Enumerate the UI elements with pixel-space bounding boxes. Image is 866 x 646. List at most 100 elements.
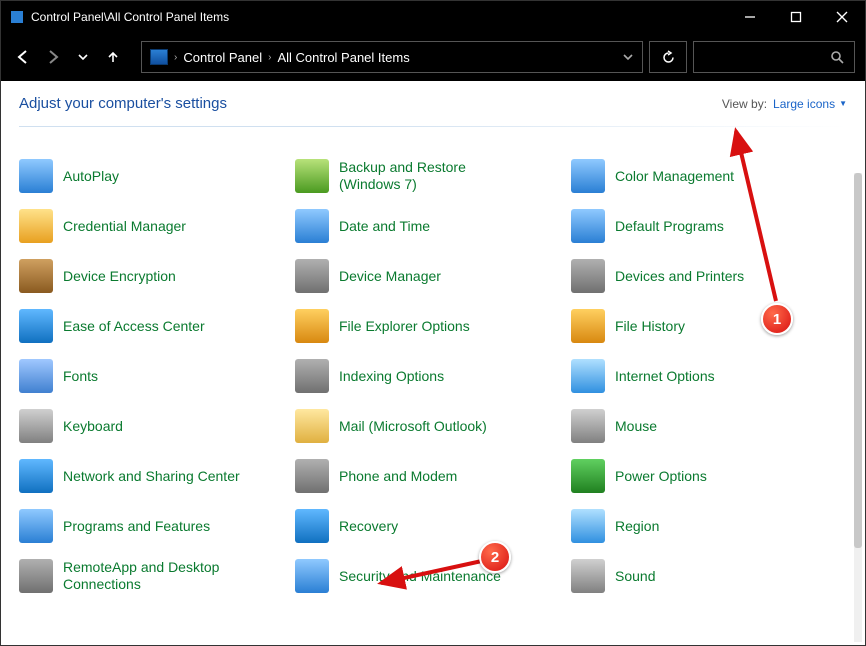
control-panel-item[interactable]: Sound [571,551,847,601]
item-label: Recovery [339,518,398,535]
arrow-left-icon [15,49,31,65]
phone-modem-icon [295,459,329,493]
control-panel-item[interactable]: Date and Time [295,201,571,251]
autoplay-icon [19,159,53,193]
refresh-button[interactable] [649,41,687,73]
programs-features-icon [19,509,53,543]
control-panel-item[interactable]: Default Programs [571,201,847,251]
refresh-icon [661,50,676,65]
control-panel-item[interactable]: Internet Options [571,351,847,401]
date-time-icon [295,209,329,243]
mouse-icon [571,409,605,443]
control-panel-icon [150,49,168,65]
file-history-icon [571,309,605,343]
chevron-down-icon[interactable] [622,51,634,63]
breadcrumb-root[interactable]: Control Panel [183,50,262,65]
view-by-selector[interactable]: Large icons ▼ [773,97,847,111]
internet-options-icon [571,359,605,393]
control-panel-item[interactable]: Credential Manager [19,201,295,251]
keyboard-icon [19,409,53,443]
minimize-button[interactable] [727,1,773,33]
control-panel-item[interactable]: Fonts [19,351,295,401]
control-panel-item[interactable]: RemoteApp and Desktop Connections [19,551,295,601]
control-panel-item[interactable]: Backup and Restore (Windows 7) [295,151,571,201]
item-label: Network and Sharing Center [63,468,240,485]
scrollbar[interactable] [854,173,862,642]
remoteapp-icon [19,559,53,593]
item-label: Devices and Printers [615,268,744,285]
control-panel-item[interactable]: Indexing Options [295,351,571,401]
device-encryption-icon [19,259,53,293]
file-explorer-icon [295,309,329,343]
item-label: Mouse [615,418,657,435]
chevron-down-icon: ▼ [839,99,847,108]
forward-button[interactable] [41,45,65,69]
control-panel-item[interactable]: Ease of Access Center [19,301,295,351]
network-icon [19,459,53,493]
chevron-down-icon [77,51,89,63]
item-label: Security and Maintenance [339,568,501,585]
items-grid: AutoPlay Backup and Restore (Windows 7) Co… [19,151,847,601]
back-button[interactable] [11,45,35,69]
fonts-icon [19,359,53,393]
item-label: AutoPlay [63,168,119,185]
search-box[interactable] [693,41,855,73]
region-icon [571,509,605,543]
close-button[interactable] [819,1,865,33]
arrow-up-icon [105,49,121,65]
control-panel-item[interactable]: Power Options [571,451,847,501]
control-panel-item[interactable]: Devices and Printers [571,251,847,301]
control-panel-item[interactable]: Mail (Microsoft Outlook) [295,401,571,451]
up-button[interactable] [101,45,125,69]
control-panel-item[interactable]: Mouse [571,401,847,451]
control-panel-item[interactable]: File Explorer Options [295,301,571,351]
item-label: Phone and Modem [339,468,457,485]
history-dropdown-button[interactable] [71,45,95,69]
control-panel-item[interactable]: AutoPlay [19,151,295,201]
window: Control Panel\All Control Panel Items [0,0,866,646]
control-panel-item[interactable]: Security and Maintenance [295,551,571,601]
item-label: Programs and Features [63,518,210,535]
backup-icon [295,159,329,193]
item-label: Keyboard [63,418,123,435]
item-label: Color Management [615,168,734,185]
power-options-icon [571,459,605,493]
titlebar: Control Panel\All Control Panel Items [1,1,865,33]
control-panel-item[interactable]: Recovery [295,501,571,551]
breadcrumb-child[interactable]: All Control Panel Items [277,50,409,65]
view-by-value: Large icons [773,97,835,111]
control-panel-item[interactable]: Device Encryption [19,251,295,301]
divider [19,126,847,127]
control-panel-title-icon [11,11,23,23]
control-panel-item[interactable]: Phone and Modem [295,451,571,501]
item-label: RemoteApp and Desktop Connections [63,559,243,593]
color-mgmt-icon [571,159,605,193]
item-label: Date and Time [339,218,430,235]
arrow-right-icon [45,49,61,65]
control-panel-item[interactable]: Network and Sharing Center [19,451,295,501]
address-bar[interactable]: › Control Panel › All Control Panel Item… [141,41,643,73]
security-icon [295,559,329,593]
control-panel-item[interactable]: Keyboard [19,401,295,451]
device-manager-icon [295,259,329,293]
credential-icon [19,209,53,243]
maximize-button[interactable] [773,1,819,33]
item-label: Backup and Restore (Windows 7) [339,159,519,193]
item-label: Indexing Options [339,368,444,385]
item-label: Mail (Microsoft Outlook) [339,418,487,435]
search-icon [830,50,844,64]
item-label: File History [615,318,685,335]
breadcrumb-separator-icon: › [174,52,177,63]
item-label: Region [615,518,659,535]
scrollbar-thumb[interactable] [854,173,862,548]
control-panel-item[interactable]: Region [571,501,847,551]
control-panel-item[interactable]: File History [571,301,847,351]
control-panel-item[interactable]: Color Management [571,151,847,201]
control-panel-item[interactable]: Device Manager [295,251,571,301]
item-label: Credential Manager [63,218,186,235]
mail-icon [295,409,329,443]
page-heading: Adjust your computer's settings [19,95,722,112]
recovery-icon [295,509,329,543]
control-panel-item[interactable]: Programs and Features [19,501,295,551]
item-label: Fonts [63,368,98,385]
